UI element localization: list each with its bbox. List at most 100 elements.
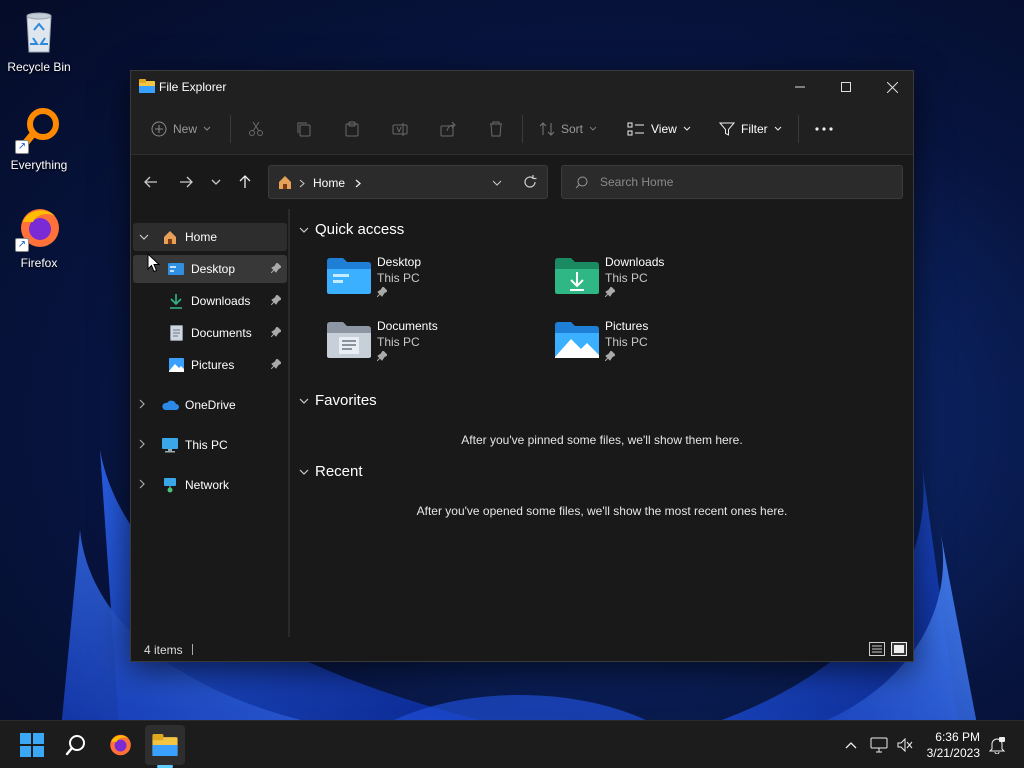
item-count: 4 items xyxy=(144,643,183,657)
taskbar-firefox[interactable] xyxy=(100,725,140,765)
rename-button[interactable] xyxy=(392,117,408,141)
clock[interactable]: 6:36 PM 3/21/2023 xyxy=(927,729,980,761)
minimize-button[interactable] xyxy=(777,71,823,103)
navigation-bar: Home xyxy=(131,155,913,209)
chevron-down-icon[interactable] xyxy=(492,180,502,186)
sort-button[interactable]: Sort xyxy=(539,117,597,141)
share-button[interactable] xyxy=(440,117,456,141)
maximize-button[interactable] xyxy=(823,71,869,103)
network-status-button[interactable] xyxy=(869,735,889,755)
sidebar-item-home[interactable]: Home xyxy=(133,223,287,251)
tiles-view-icon[interactable] xyxy=(891,642,907,656)
chevron-down-icon xyxy=(299,398,309,404)
pin-icon[interactable] xyxy=(271,263,281,273)
file-explorer-window: File Explorer New Sort View Filter Home … xyxy=(130,70,914,662)
item-location: This PC xyxy=(605,335,648,349)
file-explorer-icon xyxy=(152,734,178,756)
pin-icon[interactable] xyxy=(271,327,281,337)
search-box[interactable] xyxy=(561,165,903,199)
rename-icon xyxy=(392,123,408,136)
search-icon xyxy=(65,735,85,756)
back-button[interactable] xyxy=(141,172,161,192)
start-button[interactable] xyxy=(12,725,52,765)
sort-label: Sort xyxy=(561,122,584,136)
desktop-icon-label: Everything xyxy=(10,158,68,172)
arrow-right-icon xyxy=(180,176,193,188)
section-header-favorites[interactable]: Favorites xyxy=(299,392,377,409)
section-header-quick-access[interactable]: Quick access xyxy=(299,221,404,238)
new-button[interactable]: New xyxy=(151,117,211,141)
title-bar[interactable]: File Explorer xyxy=(131,71,913,103)
sidebar-item-network[interactable]: Network xyxy=(133,471,287,499)
pin-icon[interactable] xyxy=(271,295,281,305)
filter-button[interactable]: Filter xyxy=(719,117,782,141)
scissors-icon xyxy=(249,121,263,136)
show-hidden-icons-button[interactable] xyxy=(841,735,861,755)
forward-button[interactable] xyxy=(176,172,196,192)
sidebar-item-documents[interactable]: Documents xyxy=(133,319,287,347)
cut-button[interactable] xyxy=(248,117,264,141)
sidebar-item-label: Home xyxy=(185,230,218,244)
quick-access-item-downloads[interactable]: Downloads This PC xyxy=(555,253,755,303)
paste-button[interactable] xyxy=(344,117,360,141)
view-button[interactable]: View xyxy=(627,117,691,141)
view-label: View xyxy=(651,122,677,136)
delete-button[interactable] xyxy=(488,117,504,141)
address-bar[interactable]: Home xyxy=(268,165,548,199)
shortcut-arrow-icon: ↗ xyxy=(15,140,29,154)
notifications-button[interactable] xyxy=(987,735,1007,755)
pane-splitter[interactable] xyxy=(288,209,290,639)
desktop-icon-label: Recycle Bin xyxy=(7,60,71,74)
toolbar-divider xyxy=(522,115,523,143)
download-arrow-icon xyxy=(167,293,185,309)
item-name: Downloads xyxy=(605,255,665,269)
cloud-icon xyxy=(161,397,179,413)
refresh-icon[interactable] xyxy=(523,175,537,189)
item-location: This PC xyxy=(377,271,420,285)
chevron-right-icon xyxy=(299,179,305,188)
more-options-button[interactable] xyxy=(815,117,833,141)
paste-icon xyxy=(345,121,359,137)
sidebar-item-label: Network xyxy=(185,478,230,492)
item-name: Pictures xyxy=(605,319,649,333)
view-icon xyxy=(627,122,644,136)
recent-locations-button[interactable] xyxy=(206,172,226,192)
filter-icon xyxy=(719,122,735,136)
volume-muted-icon xyxy=(897,738,913,752)
desktop-icon-everything[interactable]: ↗ Everything xyxy=(0,106,78,172)
status-bar: 4 items xyxy=(131,637,913,661)
share-icon xyxy=(440,121,456,137)
search-input[interactable] xyxy=(600,174,890,190)
sidebar-item-downloads[interactable]: Downloads xyxy=(133,287,287,315)
home-icon xyxy=(161,229,179,245)
sidebar-item-pictures[interactable]: Pictures xyxy=(133,351,287,379)
section-header-recent[interactable]: Recent xyxy=(299,463,363,480)
clock-date: 3/21/2023 xyxy=(926,746,980,760)
breadcrumb-location[interactable]: Home xyxy=(313,176,345,190)
section-title: Favorites xyxy=(315,392,377,409)
quick-access-item-documents[interactable]: Documents This PC xyxy=(327,317,527,367)
chevron-right-icon[interactable] xyxy=(139,479,153,492)
close-button[interactable] xyxy=(869,71,915,103)
desktop-icon-firefox[interactable]: ↗ Firefox xyxy=(0,204,78,270)
quick-access-item-pictures[interactable]: Pictures This PC xyxy=(555,317,755,367)
taskbar: 6:36 PM 3/21/2023 xyxy=(0,720,1024,768)
details-view-icon[interactable] xyxy=(869,642,885,656)
volume-button[interactable] xyxy=(895,735,915,755)
taskbar-file-explorer[interactable] xyxy=(145,725,185,765)
quick-access-item-desktop[interactable]: Desktop This PC xyxy=(327,253,527,303)
up-button[interactable] xyxy=(235,172,255,192)
chevron-down-icon[interactable] xyxy=(139,232,153,243)
pin-icon[interactable] xyxy=(271,359,281,369)
recycle-bin-icon xyxy=(15,8,63,56)
chevron-down-icon xyxy=(299,469,309,475)
picture-icon xyxy=(167,357,185,373)
desktop-icon-recycle-bin[interactable]: Recycle Bin xyxy=(0,8,78,74)
shortcut-arrow-icon: ↗ xyxy=(15,238,29,252)
copy-button[interactable] xyxy=(296,117,312,141)
chevron-right-icon[interactable] xyxy=(139,399,153,412)
search-button[interactable] xyxy=(56,725,96,765)
chevron-right-icon[interactable] xyxy=(139,439,153,452)
sidebar-item-onedrive[interactable]: OneDrive xyxy=(133,391,287,419)
sidebar-item-this-pc[interactable]: This PC xyxy=(133,431,287,459)
